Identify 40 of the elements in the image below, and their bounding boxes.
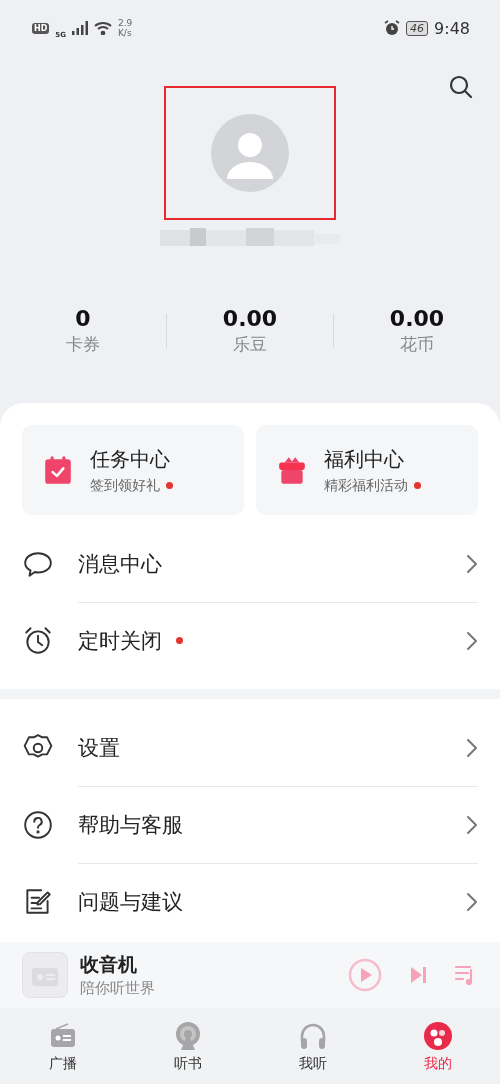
menu-item[interactable]: 消息中心	[0, 525, 500, 602]
menu-item[interactable]: 问题与建议	[0, 863, 500, 940]
battery-level: 46	[406, 20, 429, 36]
tab[interactable]: 我的	[375, 1008, 500, 1084]
tab[interactable]: 广播	[0, 1008, 125, 1084]
chevron-right-icon	[466, 553, 478, 574]
radio-cover-icon	[22, 952, 68, 998]
network-speed: 2.9 K/s	[117, 18, 133, 38]
search-icon[interactable]	[448, 74, 474, 100]
play-button[interactable]	[348, 958, 382, 992]
wifi-icon	[93, 21, 112, 35]
stat-label: 乐豆	[233, 333, 267, 356]
player-title: 收音机	[80, 952, 138, 977]
avatar[interactable]	[211, 114, 289, 192]
alarm-icon	[384, 20, 401, 36]
chevron-right-icon	[466, 737, 478, 758]
tab[interactable]: 听书	[125, 1008, 250, 1084]
alarm-clock-icon	[22, 624, 54, 657]
player-subtitle: 陪你听世界	[80, 979, 155, 997]
calendar-check-icon	[42, 454, 74, 486]
stat-value: 0.00	[389, 306, 445, 331]
feature-card[interactable]: 福利中心 精彩福利活动	[256, 425, 478, 515]
stat-value: 0.00	[222, 306, 278, 331]
hd-badge: HD	[32, 22, 50, 34]
chevron-right-icon	[466, 891, 478, 912]
menu-item[interactable]: 帮助与客服	[0, 786, 500, 863]
next-button[interactable]	[408, 965, 428, 985]
chevron-right-icon	[466, 814, 478, 835]
feature-card[interactable]: 任务中心 签到领好礼	[22, 425, 244, 515]
menu-item[interactable]: 定时关闭	[0, 602, 500, 679]
clock-time: 9:48	[434, 18, 470, 38]
help-icon	[22, 808, 54, 841]
chevron-right-icon	[466, 630, 478, 651]
user-group-icon	[422, 1021, 453, 1051]
stat-label: 花币	[400, 333, 434, 356]
stat-value: 0	[75, 306, 91, 331]
menu-item[interactable]: 设置	[0, 709, 500, 786]
stat-label: 卡券	[66, 333, 100, 356]
tab[interactable]: 我听	[250, 1008, 375, 1084]
signal-icon	[71, 21, 88, 35]
